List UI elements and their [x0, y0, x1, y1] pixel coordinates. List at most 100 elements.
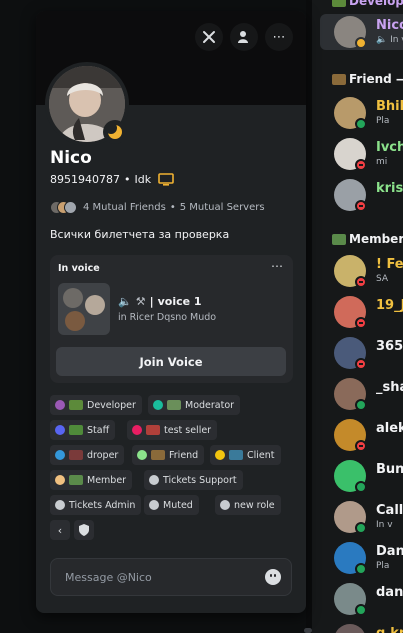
member-item[interactable]: Ivch mi [334, 136, 403, 174]
mutual-servers-link[interactable]: 5 Mutual Servers [180, 202, 265, 213]
profile-avatar[interactable] [45, 62, 129, 146]
member-activity: mi [376, 157, 388, 167]
member-item[interactable]: Dan Pla [334, 540, 403, 578]
role-pill[interactable]: test seller [127, 420, 218, 440]
member-activity: Pla [376, 561, 390, 571]
status-dnd-icon [355, 317, 367, 329]
voice-server-name: in Ricer Dqsno Mudo [118, 312, 217, 323]
member-name: _sha [376, 380, 403, 395]
friend-emoji-icon [332, 73, 346, 85]
role-pill[interactable]: Developer [50, 395, 142, 415]
member-item-nico[interactable]: Nico 🔈 In v [320, 14, 403, 50]
status-idle-icon [355, 37, 367, 49]
role-pill[interactable]: Staff [50, 420, 116, 440]
category-label: Developer [349, 0, 403, 8]
role-pill[interactable]: Tickets Admin [50, 495, 142, 515]
role-emoji-icon [167, 400, 181, 410]
role-pill[interactable]: Moderator [148, 395, 241, 415]
role-label: droper [87, 449, 119, 461]
emoji-icon[interactable] [265, 569, 281, 585]
member-name: Call [376, 503, 403, 518]
status-online-icon [355, 481, 367, 493]
collapse-roles-button[interactable]: ‹ [50, 520, 70, 540]
channel-divider: | [149, 295, 154, 308]
member-name: Ivch [376, 140, 403, 155]
member-item[interactable]: Call In v [334, 499, 403, 537]
friend-status-button[interactable] [230, 23, 258, 51]
display-name: Nico [50, 148, 92, 168]
member-activity: 🔈 In v [376, 35, 403, 45]
member-name: Nico [376, 18, 403, 33]
member-item[interactable]: dani [334, 581, 403, 619]
status-online-icon [355, 563, 367, 575]
member-item[interactable]: ! Fea SA [334, 253, 403, 291]
add-role-button[interactable] [74, 520, 94, 540]
voice-card-title: In voice [58, 263, 100, 274]
role-pill[interactable]: Member [50, 470, 133, 490]
speaker-icon: 🔈 [118, 295, 132, 308]
status-dnd-icon [355, 159, 367, 171]
username-line: 8951940787 • Idk [50, 173, 174, 186]
remove-friend-button[interactable] [195, 23, 223, 51]
join-voice-button[interactable]: Join Voice [56, 347, 286, 376]
category-label: Friend — [349, 72, 403, 86]
member-name: Bhik [376, 99, 403, 114]
member-item[interactable]: _sha [334, 376, 403, 414]
member-item[interactable]: alek [334, 417, 403, 455]
voice-channel-name: voice 1 [157, 295, 202, 308]
member-item[interactable]: 19_J [334, 294, 403, 332]
member-list: Developer Nico 🔈 In v Friend — Bhik Pla Iv… [312, 0, 403, 633]
member-item[interactable]: 365 [334, 335, 403, 373]
role-label: Client [247, 449, 275, 461]
role-color-icon [137, 450, 147, 460]
username[interactable]: 8951940787 [50, 173, 120, 186]
role-pill[interactable]: droper [50, 445, 125, 465]
more-dots-icon: ⋯ [272, 29, 286, 45]
role-emoji-icon [146, 425, 160, 435]
more-options-button[interactable]: ⋯ [265, 23, 293, 51]
member-activity: SA [376, 274, 389, 284]
role-pill[interactable]: new role [215, 495, 281, 515]
member-name: krisk [376, 181, 403, 196]
member-item[interactable]: g.knpri [334, 622, 403, 633]
voice-more-button[interactable]: ⋯ [271, 259, 283, 273]
role-color-icon [55, 450, 65, 460]
member-item[interactable]: krisk [334, 177, 403, 215]
status-dnd-icon [355, 358, 367, 370]
message-box [50, 558, 292, 596]
role-emoji-icon [69, 475, 83, 485]
status-online-icon [355, 399, 367, 411]
role-label: Tickets Support [163, 474, 237, 486]
role-label: Tickets Admin [69, 499, 136, 511]
role-color-icon [55, 500, 65, 510]
dot-separator: • [169, 202, 176, 213]
scrollbar[interactable] [304, 628, 312, 633]
member-name: Bunn [376, 462, 403, 477]
role-pill[interactable]: Muted [144, 495, 199, 515]
mutual-friends-link[interactable]: 4 Mutual Friends [83, 202, 166, 213]
role-pill[interactable]: Friend [132, 445, 205, 465]
role-color-icon [55, 400, 65, 410]
member-item[interactable]: Bhik Pla [334, 95, 403, 133]
avatar [334, 624, 366, 633]
message-input[interactable] [51, 559, 251, 595]
voice-emoji-icon: ⚒ [135, 295, 146, 308]
profile-popout: ⋯ Nico 8951940787 • Idk 4 Mutual Friends [36, 11, 306, 613]
status-dnd-icon [355, 440, 367, 452]
status-online-icon [355, 604, 367, 616]
member-name: Dan [376, 544, 403, 559]
separator: • [124, 173, 131, 186]
member-item[interactable]: Bunn [334, 458, 403, 496]
category-label: Member — [349, 232, 403, 246]
role-emoji-icon [229, 450, 243, 460]
desktop-icon [158, 173, 174, 186]
voice-participants [58, 283, 110, 335]
role-color-icon [55, 425, 65, 435]
role-pill[interactable]: Client [210, 445, 281, 465]
category-member: Member — [332, 232, 403, 246]
voice-channel[interactable]: 🔈 ⚒ | voice 1 [118, 295, 202, 308]
role-label: Muted [163, 499, 193, 511]
mutual-friend-avatars [50, 201, 77, 214]
role-pill[interactable]: Tickets Support [144, 470, 243, 490]
role-color-icon [149, 475, 159, 485]
